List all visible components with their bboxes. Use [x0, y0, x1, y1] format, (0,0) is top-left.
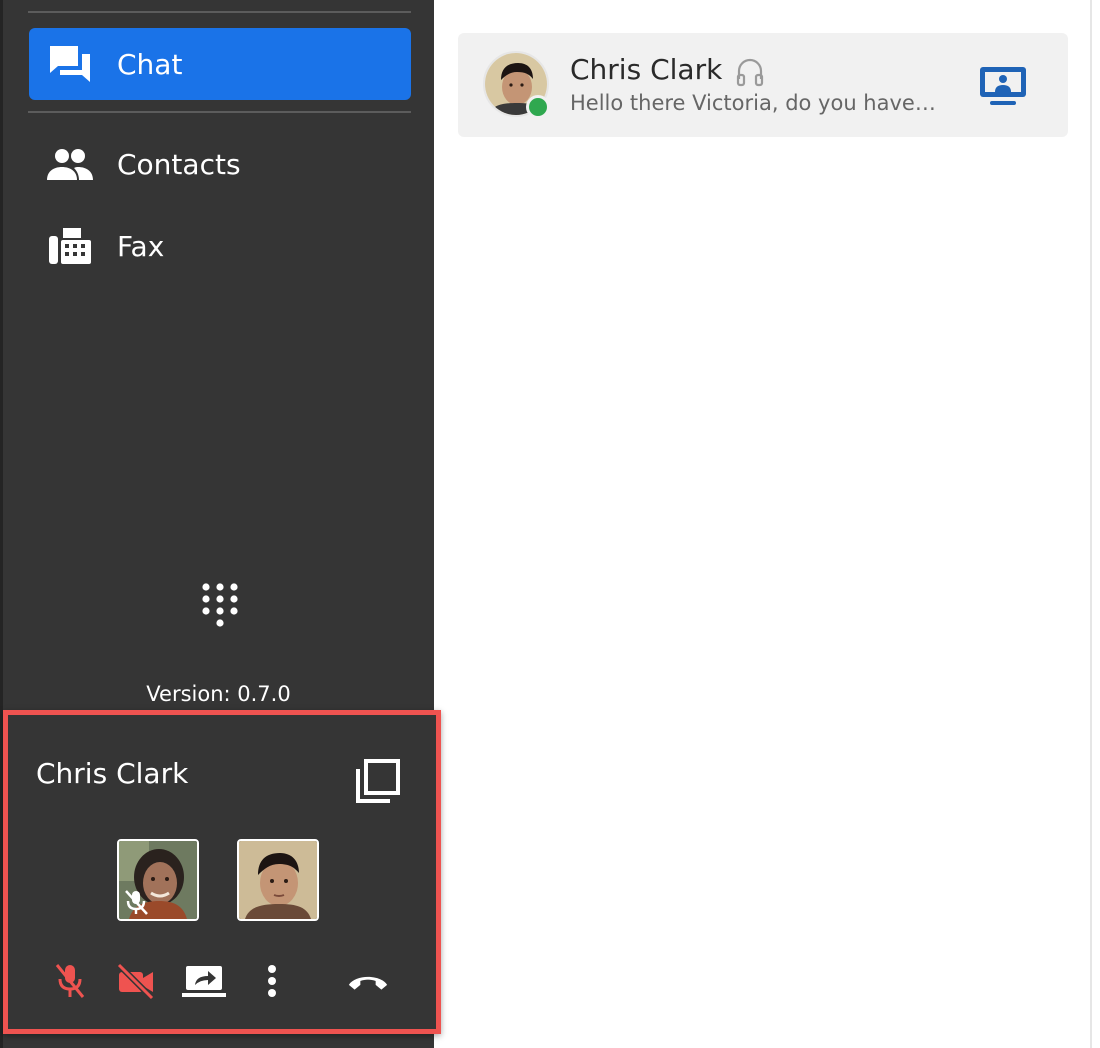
sidebar-item-contacts[interactable]: Contacts — [29, 128, 411, 200]
hang-up-icon — [348, 976, 388, 990]
people-icon — [45, 142, 95, 186]
conversation-item[interactable]: Chris Clark Hello there Victoria, do you… — [458, 33, 1068, 137]
mute-button[interactable] — [48, 959, 92, 1003]
sidebar-item-label: Chat — [117, 47, 183, 81]
headphones-icon — [736, 57, 764, 87]
screen-share-icon — [182, 966, 226, 997]
version-label: Version: 0.7.0 — [146, 682, 291, 706]
sidebar-item-fax[interactable]: Fax — [29, 210, 411, 282]
more-options-button[interactable] — [250, 959, 294, 1003]
forum-icon — [45, 42, 95, 86]
online-status-dot — [526, 95, 550, 119]
window-edge — [1090, 0, 1092, 1048]
dialpad-icon[interactable] — [199, 582, 241, 636]
call-panel: Chris Clark — [3, 710, 441, 1034]
screen-share-button[interactable] — [182, 959, 226, 1003]
screen-share-indicator-icon[interactable] — [976, 63, 1030, 109]
mic-off-icon — [55, 964, 85, 998]
video-off-button[interactable] — [114, 959, 158, 1003]
sidebar-item-label: Fax — [117, 229, 165, 263]
conversation-name: Chris Clark — [570, 53, 723, 86]
participant-tile[interactable] — [237, 839, 319, 921]
sidebar-item-label: Contacts — [117, 147, 241, 181]
hang-up-button[interactable] — [346, 959, 390, 1003]
fax-icon — [45, 224, 95, 268]
participant-muted-icon — [125, 890, 148, 915]
more-vert-icon — [268, 965, 276, 997]
call-contact-name: Chris Clark — [36, 757, 189, 790]
participant-tile[interactable] — [117, 839, 199, 921]
sidebar-divider — [28, 111, 411, 113]
conversation-preview: Hello there Victoria, do you have… — [570, 91, 936, 115]
sidebar-divider — [28, 11, 411, 13]
videocam-off-icon — [116, 962, 155, 1000]
participant-avatar-man — [239, 841, 317, 919]
popout-icon[interactable] — [354, 759, 400, 805]
sidebar-item-chat[interactable]: Chat — [29, 28, 411, 100]
